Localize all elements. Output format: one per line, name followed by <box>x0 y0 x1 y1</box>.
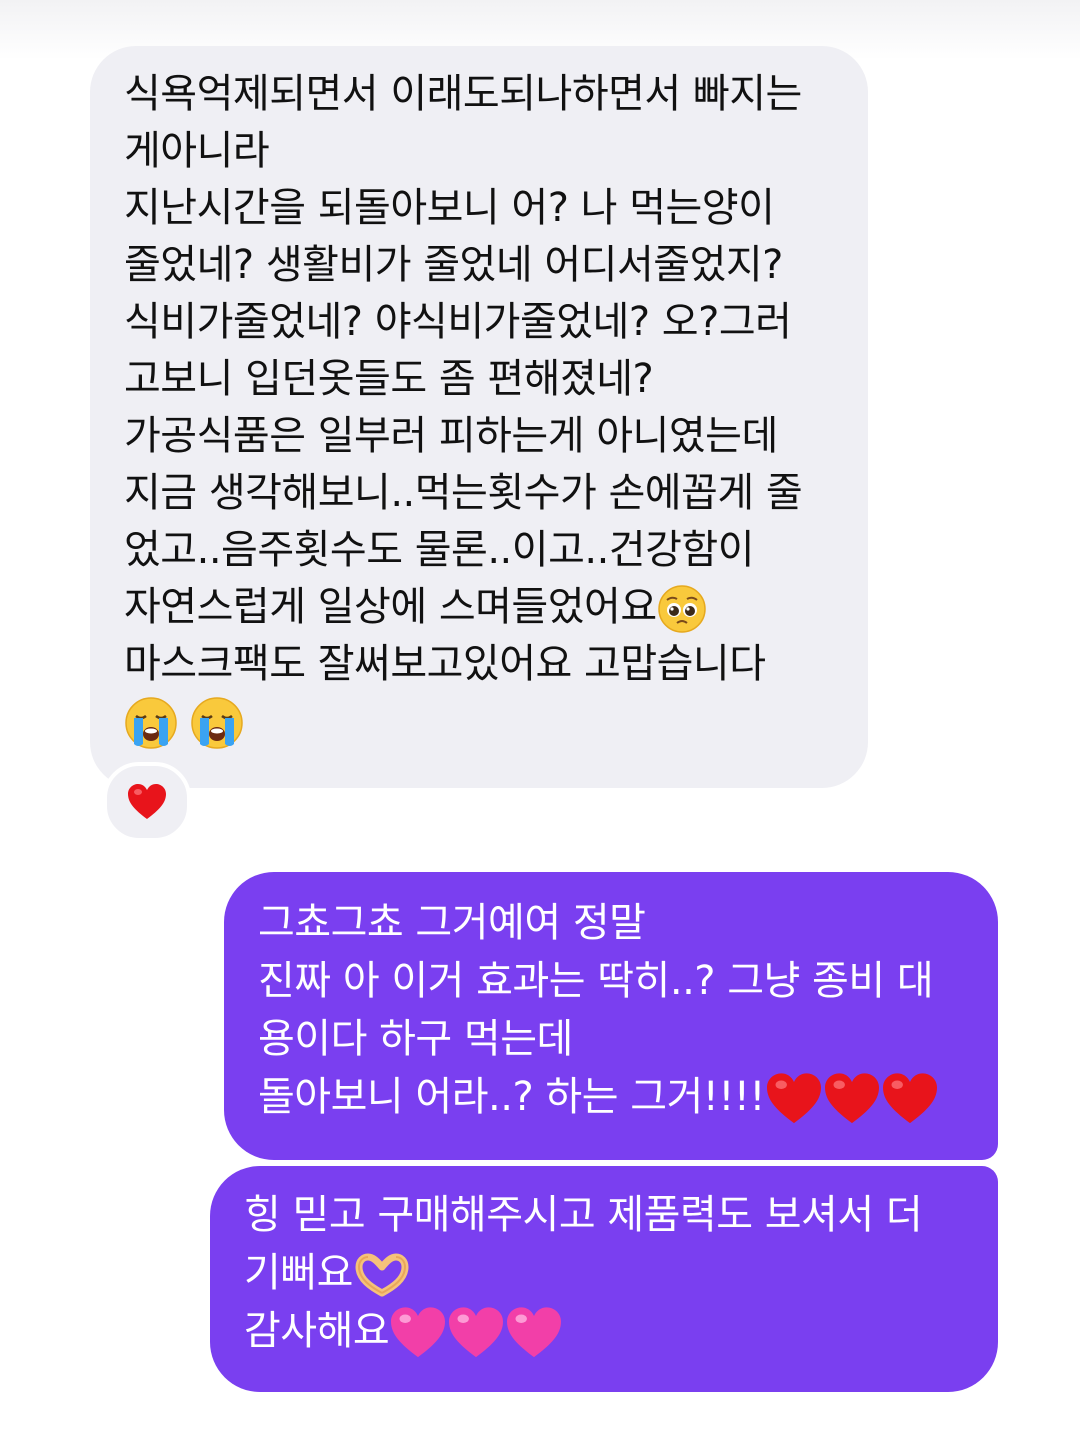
message-line-with-emoji: 기뻐요 <box>244 1244 964 1302</box>
heart-hands-icon <box>353 1253 411 1297</box>
emoji-line <box>124 693 834 750</box>
message-line-with-emoji: 돌아보니 어라..? 하는 그거!!!! <box>258 1068 964 1126</box>
pink-heart-icon <box>389 1306 447 1360</box>
pleading-face-icon <box>657 584 707 634</box>
incoming-message-bubble[interactable]: 식욕억제되면서 이래도되나하면서 빠지는 게아니라 지난시간을 되돌아보니 어?… <box>90 46 868 788</box>
red-heart-icon <box>881 1072 939 1126</box>
message-line: 가공식품은 일부러 피하는게 아니였는데 <box>124 413 778 459</box>
message-line: 줄었네? 생활비가 줄었네 어디서줄었지? <box>124 242 783 288</box>
red-heart-icon <box>823 1072 881 1126</box>
pink-heart-icon <box>505 1306 563 1360</box>
reaction-badge[interactable] <box>103 762 191 842</box>
loudly-crying-face-icon <box>190 696 244 750</box>
outgoing-message-bubble[interactable]: 힝 믿고 구매해주시고 제품력도 보셔서 더 기뻐요 감사해요 <box>210 1166 998 1392</box>
message-line: 진짜 아 이거 효과는 딱히..? 그냥 종비 대 <box>258 958 934 1004</box>
red-heart-icon <box>127 783 167 821</box>
message-line: 식비가줄었네? 야식비가줄었네? 오?그러 <box>124 299 792 345</box>
message-line: 마스크팩도 잘써보고있어요 고맙습니다 <box>124 641 766 687</box>
message-line-text: 자연스럽게 일상에 스며들었어요 <box>124 584 657 630</box>
message-line: 게아니라 <box>124 128 270 174</box>
message-line: 지난시간을 되돌아보니 어? 나 먹는양이 <box>124 185 775 231</box>
message-line: 고보니 입던옷들도 좀 편해졌네? <box>124 356 654 402</box>
message-line: 힝 믿고 구매해주시고 제품력도 보셔서 더 <box>244 1192 923 1238</box>
red-heart-icon <box>765 1072 823 1126</box>
message-line: 그쵸그쵸 그거예여 정말 <box>258 900 646 946</box>
message-line: 식욕억제되면서 이래도되나하면서 빠지는 <box>124 71 802 117</box>
pink-heart-icon <box>447 1306 505 1360</box>
message-line-with-emoji: 감사해요 <box>244 1302 964 1360</box>
outgoing-message-bubble[interactable]: 그쵸그쵸 그거예여 정말 진짜 아 이거 효과는 딱히..? 그냥 종비 대 용… <box>224 872 998 1160</box>
message-line-text: 감사해요 <box>244 1308 390 1354</box>
message-line-text: 돌아보니 어라..? 하는 그거!!!! <box>258 1074 765 1120</box>
message-line: 용이다 하구 먹는데 <box>258 1016 573 1062</box>
message-line-text: 기뻐요 <box>244 1250 353 1296</box>
message-line-with-emoji: 자연스럽게 일상에 스며들었어요 <box>124 579 834 636</box>
message-line: 었고..음주횟수도 물론..이고..건강함이 <box>124 527 755 573</box>
loudly-crying-face-icon <box>124 696 178 750</box>
message-line: 지금 생각해보니..먹는횟수가 손에꼽게 줄 <box>124 470 803 516</box>
